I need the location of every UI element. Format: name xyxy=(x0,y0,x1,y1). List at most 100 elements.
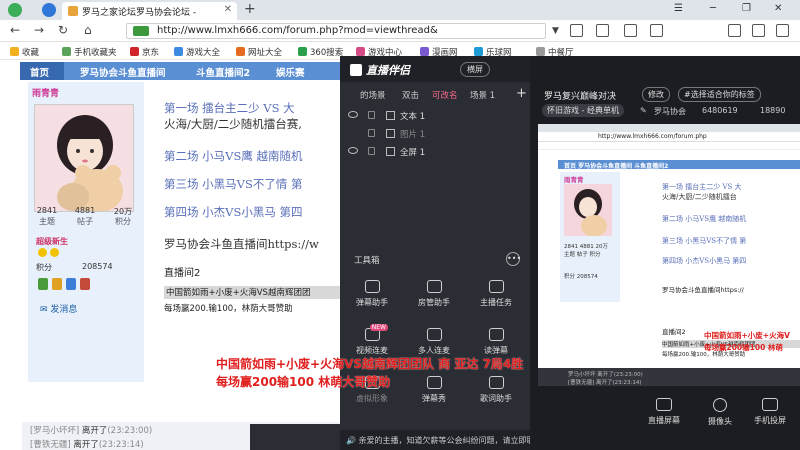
phone-cast-button[interactable]: 手机投屏 xyxy=(744,398,796,426)
forum-nav-douyu[interactable]: 罗马协会斗鱼直播间 xyxy=(80,65,166,79)
send-message-link[interactable]: ✉ 发消息 xyxy=(40,302,77,315)
preview-tab-bar xyxy=(538,124,800,132)
tab-close-icon[interactable]: ✕ xyxy=(224,4,232,15)
screen-capture-button[interactable]: 直播屏幕 xyxy=(638,398,690,426)
stat-posts-value[interactable]: 4881 xyxy=(70,206,100,215)
forum-nav-bar: 首页 罗马协会斗鱼直播间 斗鱼直播间2 娱乐赛 xyxy=(20,62,340,80)
scene-tab[interactable]: 场景 1 xyxy=(470,89,495,101)
medal-icon[interactable] xyxy=(52,278,62,290)
forum-nav-home[interactable]: 首页 xyxy=(30,65,49,79)
post-prize: 每场赢200.输100，林荫大哥赞助 xyxy=(164,304,293,314)
user-profile-card: 雨青青 2841 主题 4881 帖子 20万 积分 超级新生 积分 20857… xyxy=(28,82,144,382)
multi-link-icon xyxy=(426,328,442,341)
task-icon xyxy=(488,280,504,293)
edit-category-icon[interactable]: ✎ xyxy=(640,106,647,115)
bookmark-mobile[interactable]: 手机收藏夹 xyxy=(62,46,117,58)
post-link-line[interactable]: 罗马协会斗鱼直播间https://w xyxy=(164,236,319,252)
screenshot-icon[interactable] xyxy=(570,24,583,37)
reload-icon[interactable]: ↻ xyxy=(58,23,68,37)
edit-title-button[interactable]: 修改 xyxy=(642,87,670,102)
page-left-margin xyxy=(0,62,22,422)
tab-forum[interactable]: 罗马之家论坛罗马协会论坛 - ✕ xyxy=(62,2,237,20)
lock-icon[interactable] xyxy=(368,111,375,119)
source-row[interactable]: 全屏 1 xyxy=(340,144,530,160)
forum-nav-entertainment[interactable]: 娱乐赛 xyxy=(276,65,305,79)
tool-danmaku-helper[interactable]: 弹幕助手 xyxy=(344,280,400,320)
bookmark-games[interactable]: 游戏大全 xyxy=(174,46,220,58)
extension-icon[interactable] xyxy=(624,24,637,37)
visibility-icon[interactable] xyxy=(348,111,358,118)
admin-icon xyxy=(426,280,442,293)
phone-cast-icon xyxy=(762,398,778,411)
bookmark-favorites[interactable]: 收藏 xyxy=(10,46,39,58)
stream-preview[interactable]: http://www.lmxh666.com/forum.php 首页 罗马协会… xyxy=(538,124,800,386)
preview-bottom-strip: 罗马小坏坏 离开了(23:23:00) [曹铁无疆] 离开了(23:23:14) xyxy=(538,368,800,386)
send-icon[interactable] xyxy=(42,3,56,17)
lock-icon[interactable] xyxy=(368,147,375,155)
tool-admin-helper[interactable]: 房管助手 xyxy=(406,280,462,320)
post-body: 第一场 擂台主二少 VS 大 火海/大厨/二少随机擂台赛, 第二场 小马VS鹰 … xyxy=(146,80,346,340)
bookmark-sites[interactable]: 网址大全 xyxy=(236,46,282,58)
bookmark-360[interactable]: 360搜索 xyxy=(298,46,343,58)
tool-lyrics-helper[interactable]: 歌词助手 xyxy=(468,376,524,416)
more-tools-icon[interactable]: ••• xyxy=(506,252,521,266)
forum-nav-douyu2[interactable]: 斗鱼直播间2 xyxy=(196,65,250,79)
source-row[interactable]: 文本 1 xyxy=(340,108,530,124)
minimize-icon[interactable]: ─ xyxy=(710,3,716,14)
scene-tab[interactable]: 的场景 xyxy=(360,89,386,101)
preview-profile: 雨青青 2841 4881 20万 主题 帖子 积分 积分 208574 xyxy=(560,172,620,302)
points-value: 208574 xyxy=(82,262,113,271)
lock-icon[interactable] xyxy=(368,129,375,137)
danmaku-icon xyxy=(364,280,380,293)
bookmark-jd[interactable]: 京东 xyxy=(130,46,159,58)
close-window-icon[interactable]: ✕ xyxy=(774,3,782,14)
preview-avatar xyxy=(564,184,612,236)
back-icon[interactable]: ← xyxy=(10,23,20,37)
address-bar[interactable]: http://www.lmxh666.com/forum.php?mod=vie… xyxy=(126,23,546,39)
post-line: 第一场 擂台主二少 VS 大 xyxy=(164,101,295,115)
new-badge: NEW xyxy=(369,324,388,331)
browser-tab-bar: 罗马之家论坛罗马协会论坛 - ✕ + ☰ ─ ❐ ✕ xyxy=(0,0,800,20)
scene-tab-active[interactable]: 可改名 xyxy=(432,89,458,101)
avatar[interactable] xyxy=(34,104,134,212)
visibility-icon[interactable] xyxy=(348,147,358,154)
forward-icon[interactable]: → xyxy=(34,23,44,37)
camera-button[interactable]: 摄像头 xyxy=(694,398,746,427)
maximize-icon[interactable]: ❐ xyxy=(742,3,751,14)
dropdown-chevron-icon[interactable]: ▼ xyxy=(552,26,559,36)
star-icon[interactable] xyxy=(650,24,663,37)
stat-threads-label: 主题 xyxy=(39,217,55,226)
monitor-icon xyxy=(656,398,672,411)
download-icon[interactable] xyxy=(728,24,741,37)
app-logo-icon xyxy=(350,64,362,76)
level-badge-icon xyxy=(38,248,47,257)
post-highlight: 中国箭如雨+小废+火海VS越南辉团团 xyxy=(164,286,344,299)
translate-icon[interactable] xyxy=(596,24,609,37)
add-scene-icon[interactable]: + xyxy=(516,86,527,101)
toolbox-label: 工具箱 xyxy=(354,256,380,266)
stat-threads-value[interactable]: 2841 xyxy=(32,206,62,215)
home-icon[interactable]: ⌂ xyxy=(84,23,92,37)
camera-icon xyxy=(713,398,727,412)
overlay-text-line1: 中国箭如雨+小废+火海VS越南辉团团队 商 亚达 7局4胜 xyxy=(216,357,524,371)
scene-tab[interactable]: 双击 xyxy=(402,89,419,101)
medal-icon[interactable] xyxy=(38,278,48,290)
stream-title: 罗马复兴巅峰对决 xyxy=(544,92,617,102)
orientation-toggle-button[interactable]: 横屏 xyxy=(460,62,490,77)
undo-icon[interactable] xyxy=(752,24,765,37)
more-icon[interactable] xyxy=(776,24,789,37)
menu-icon[interactable]: ☰ xyxy=(674,3,683,14)
preview-address-bar: http://www.lmxh666.com/forum.php xyxy=(538,132,800,142)
tag-selector-button[interactable]: #选择适合你的标签 xyxy=(678,87,761,102)
tool-danmaku-show[interactable]: 弹幕秀 xyxy=(406,376,462,416)
medal-icon[interactable] xyxy=(80,278,90,290)
live-footer-notice: 🔊 亲爱的主播，知道欠薪等公会纠纷问题，请立即联系专职客服 xyxy=(340,430,530,450)
tool-streamer-tasks[interactable]: 主播任务 xyxy=(468,280,524,320)
user-rank: 超级新生 xyxy=(36,237,68,246)
medal-icon[interactable] xyxy=(66,278,76,290)
source-row[interactable]: 图片 1 xyxy=(340,126,530,142)
username[interactable]: 雨青青 xyxy=(32,86,59,99)
category-chip[interactable]: 怀旧游戏 - 经典单机 xyxy=(542,104,624,117)
avatar-illustration xyxy=(35,105,133,211)
new-tab-icon[interactable]: + xyxy=(244,1,256,17)
